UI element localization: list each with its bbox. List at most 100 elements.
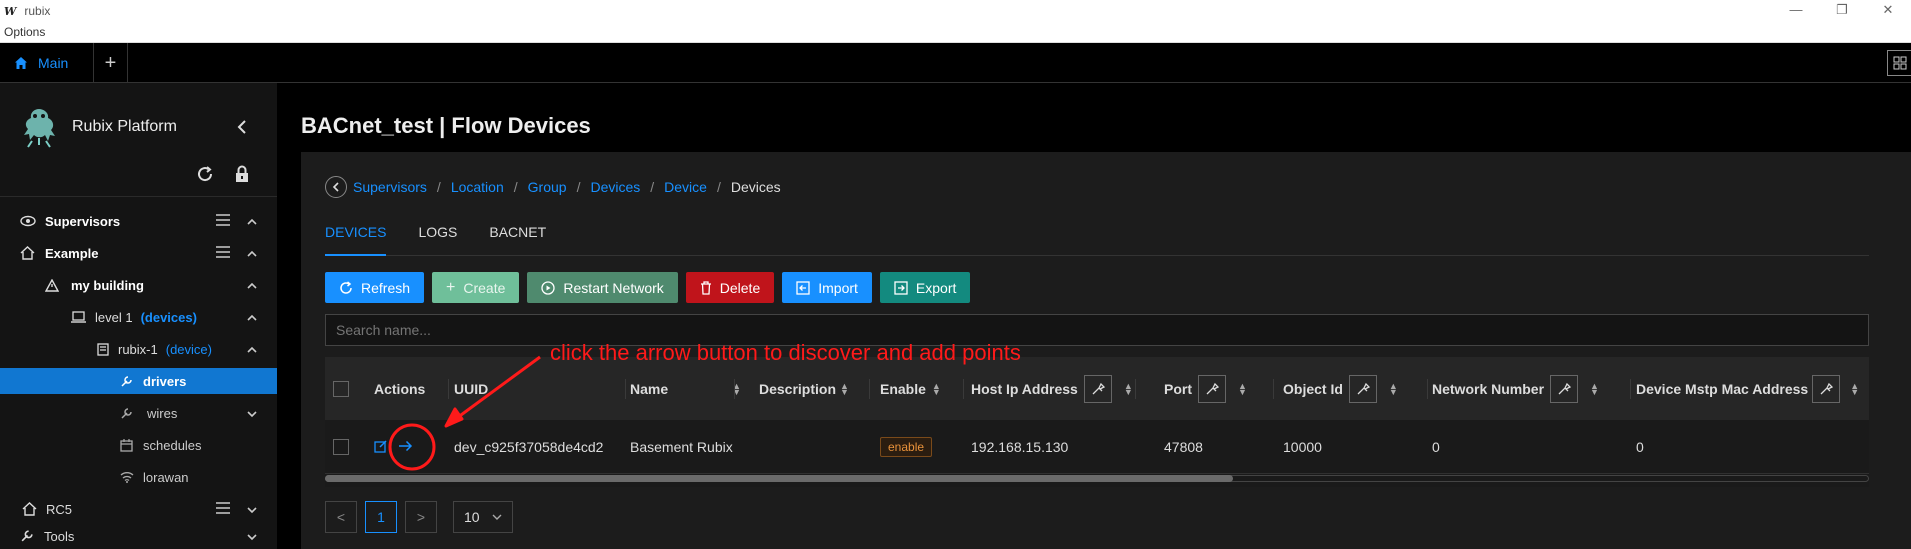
sidebar-item-example[interactable]: Example [0,237,277,269]
restore-icon[interactable]: ❐ [1819,0,1865,22]
create-button[interactable]: + Create [432,272,520,303]
refresh-button[interactable]: Refresh [325,272,425,303]
sidebar-item-wires[interactable]: wires [0,397,277,429]
sidebar-item-schedules[interactable]: schedules [0,429,277,461]
breadcrumb-device[interactable]: Device [664,179,707,195]
chevron-up-icon[interactable] [247,214,257,229]
lock-icon[interactable] [234,165,250,183]
page-1-button[interactable]: 1 [365,501,397,533]
tab-devices[interactable]: DEVICES [325,212,387,256]
checkbox[interactable] [333,380,349,397]
sidebar-item-label: Example [45,245,99,261]
next-page-button[interactable]: > [405,501,437,533]
chevron-down-icon[interactable] [247,502,257,517]
sort-icon[interactable]: ▲ ▼ [1124,381,1133,396]
horizontal-scrollbar[interactable] [325,474,1869,483]
cell-name: Basement Rubix [630,439,733,455]
refresh-icon[interactable] [196,165,214,183]
layout-toggle-button[interactable] [1887,50,1911,76]
filter-icon[interactable] [1198,374,1226,403]
menu-icon[interactable] [216,213,230,229]
sidebar-item-my-building[interactable]: my building [0,269,277,301]
sort-icon[interactable]: ▲ ▼ [1590,381,1599,396]
menu-icon[interactable] [216,501,230,517]
breadcrumb-location[interactable]: Location [451,179,504,195]
column-host-ip[interactable]: Host Ip Address ▲ ▼ [971,357,1133,420]
discover-points-button[interactable] [398,439,413,455]
minimize-icon[interactable]: — [1773,0,1819,22]
breadcrumb-separator: / [436,179,441,195]
checkbox[interactable] [333,439,349,455]
column-port[interactable]: Port ▲ ▼ [1164,357,1247,420]
chevron-up-icon[interactable] [247,278,257,293]
column-name[interactable]: Name ▲ ▼ [630,357,741,420]
column-description[interactable]: Description ▲ ▼ [759,357,849,420]
sidebar-item-rc5[interactable]: RC5 [0,493,277,525]
prev-page-button[interactable]: < [325,501,357,533]
delete-button[interactable]: Delete [685,272,775,303]
page-title: BACnet_test | Flow Devices [301,113,591,138]
home-icon [20,246,35,260]
column-enable[interactable]: Enable ▲ ▼ [880,357,941,420]
filter-icon[interactable] [1083,374,1112,403]
close-icon[interactable]: ✕ [1865,0,1911,22]
breadcrumb-devices[interactable]: Devices [590,179,640,195]
sort-icon[interactable]: ▲ ▼ [1850,381,1859,396]
back-button[interactable] [325,176,347,198]
scroll-thumb[interactable] [325,475,1233,482]
sidebar-item-rubix-1[interactable]: rubix-1 (device) [0,333,277,365]
import-button[interactable]: Import [782,272,872,303]
sort-icon[interactable]: ▲ ▼ [1238,381,1247,396]
edit-button[interactable] [374,439,388,456]
chevron-down-icon[interactable] [247,529,257,544]
row-select-checkbox[interactable] [333,420,349,474]
sort-icon[interactable]: ▲ ▼ [932,381,941,396]
chevron-up-icon[interactable] [247,342,257,357]
filter-icon[interactable] [1812,374,1841,403]
window-title: rubix [24,4,51,18]
column-name-label: Name [630,380,669,397]
chevron-down-icon[interactable] [247,406,257,421]
play-circle-icon [541,280,556,295]
arrow-right-icon [399,440,413,452]
column-port-label: Port [1164,380,1192,397]
refresh-label: Refresh [361,279,411,296]
sidebar-item-supervisors[interactable]: Supervisors [0,205,277,237]
column-object-id[interactable]: Object Id ▲ ▼ [1283,357,1398,420]
sidebar-item-drivers[interactable]: drivers [0,368,277,394]
filter-icon[interactable] [1550,374,1579,403]
column-network-number[interactable]: Network Number ▲ ▼ [1432,357,1599,420]
select-all-checkbox[interactable] [333,357,349,420]
menu-options[interactable]: Options [0,22,1911,43]
tab-logs[interactable]: LOGS [418,212,457,256]
sidebar-item-tag: (device) [165,341,212,357]
menu-icon[interactable] [216,245,230,261]
breadcrumb-group[interactable]: Group [528,179,567,195]
cell-uuid: dev_c925f37058de4cd2 [454,439,604,455]
tab-bacnet[interactable]: BACNET [489,212,546,256]
tab-main[interactable]: Main [0,43,94,83]
sidebar-item-tools[interactable]: Tools [0,523,277,549]
breadcrumb-separator: / [513,179,518,195]
sidebar-item-lorawan[interactable]: lorawan [0,461,277,493]
eye-icon [20,215,36,227]
chevron-up-icon[interactable] [247,246,257,261]
page-size-select[interactable]: 10 [453,501,513,533]
restart-network-button[interactable]: Restart Network [527,272,678,303]
cell-host-ip: 192.168.15.130 [971,439,1069,455]
column-mstp-mac[interactable]: Device Mstp Mac Address ▲ ▼ [1636,357,1859,420]
column-divider [448,379,449,399]
chevron-up-icon[interactable] [247,310,257,325]
column-actions: Actions [374,380,426,397]
add-tab-button[interactable]: + [94,43,128,83]
breadcrumb-supervisors[interactable]: Supervisors [353,179,427,195]
brand-name: Rubix Platform [72,118,177,135]
sidebar-item-level-1[interactable]: level 1 (devices) [0,301,277,333]
column-divider [1427,379,1428,399]
sort-icon[interactable]: ▲ ▼ [840,381,849,396]
export-button[interactable]: Export [879,272,971,303]
sidebar-item-label: RC5 [46,501,73,517]
sort-icon[interactable]: ▲ ▼ [1389,381,1398,396]
collapse-sidebar-button[interactable] [235,119,249,138]
filter-icon[interactable] [1348,374,1377,403]
